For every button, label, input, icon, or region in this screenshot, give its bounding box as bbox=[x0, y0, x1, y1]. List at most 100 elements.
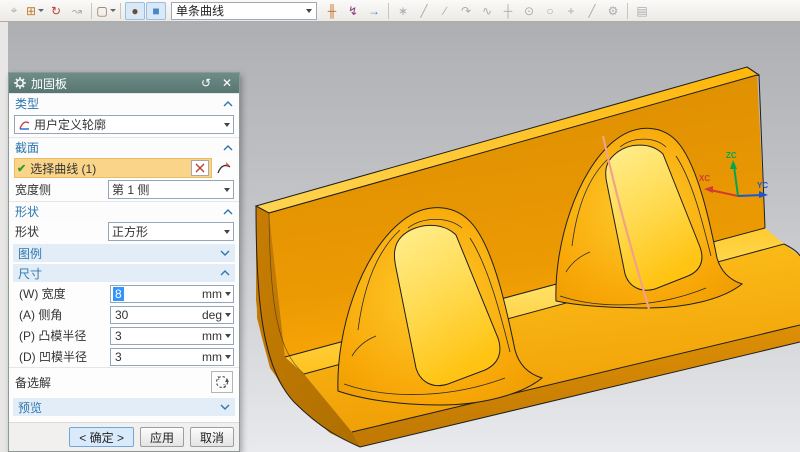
stiffener-dialog: 加固板 ↺ ✕ 类型 用户定义轮廓 截面 ✔ 选择曲线 (1) bbox=[8, 72, 240, 452]
chevron-up-icon bbox=[223, 145, 233, 151]
width-side-row: 宽度侧 第 1 侧 bbox=[9, 179, 239, 201]
z-axis-label: ZC bbox=[726, 151, 737, 160]
type-section-label: 类型 bbox=[15, 95, 39, 112]
angle-dim-row: (A) 侧角 30 deg bbox=[9, 304, 239, 325]
toolbar-separator bbox=[120, 3, 121, 19]
toolbar-separator bbox=[388, 3, 389, 19]
curve-sweep-icon: ↝ bbox=[67, 2, 87, 20]
dialog-titlebar[interactable]: 加固板 ↺ ✕ bbox=[9, 73, 239, 93]
axis-icon: ┼ bbox=[498, 2, 518, 20]
curve-rule-combo[interactable]: 单条曲线 bbox=[171, 2, 317, 20]
chevron-down-icon bbox=[224, 188, 230, 192]
rotate-arrow-icon[interactable]: ↻ bbox=[46, 2, 66, 20]
follow-fillet-icon[interactable]: ↯ bbox=[343, 2, 363, 20]
toolbar-separator bbox=[91, 3, 92, 19]
punch-radius-label: (P) 凸模半径 bbox=[19, 327, 86, 344]
dropdown-arrow-icon[interactable] bbox=[38, 9, 44, 12]
select-curve-field[interactable]: ✔ 选择曲线 (1) bbox=[14, 158, 212, 178]
intersection-stop-icon[interactable]: ╫ bbox=[322, 2, 342, 20]
width-dim-field[interactable]: 8 mm bbox=[110, 285, 234, 303]
shape-combo[interactable]: 正方形 bbox=[108, 222, 234, 241]
circle-dot-icon: ⊙ bbox=[519, 2, 539, 20]
toolbar-separator bbox=[627, 3, 628, 19]
alternate-solution-row: 备选解 1 2 bbox=[9, 367, 239, 396]
preview-label: 预览 bbox=[18, 399, 42, 416]
layers-icon: ▤ bbox=[632, 2, 652, 20]
width-dim-row: (W) 宽度 8 mm bbox=[9, 283, 239, 304]
angle-dim-unit: deg bbox=[202, 308, 225, 322]
type-combo[interactable]: 用户定义轮廓 bbox=[14, 115, 234, 134]
reset-icon[interactable]: ↺ bbox=[199, 76, 213, 90]
frame-plus-icon[interactable]: ⊞ bbox=[25, 2, 45, 20]
width-side-combo[interactable]: 第 1 侧 bbox=[108, 180, 234, 199]
punch-radius-value[interactable]: 3 bbox=[113, 329, 124, 343]
dashed-rectangle-icon[interactable]: ▢ bbox=[96, 2, 116, 20]
die-radius-unit: mm bbox=[202, 350, 225, 364]
gear-icon bbox=[14, 77, 26, 89]
chevron-down-icon bbox=[224, 230, 230, 234]
deselect-icon[interactable] bbox=[191, 160, 209, 176]
svg-text:2: 2 bbox=[223, 384, 226, 390]
snap-handles-icon: ⌖ bbox=[4, 2, 24, 20]
angle-dim-value[interactable]: 30 bbox=[113, 308, 130, 322]
preview-section-header[interactable]: 预览 bbox=[13, 398, 235, 416]
shape-label: 形状 bbox=[15, 223, 39, 240]
arrow-right-icon[interactable]: → bbox=[364, 2, 384, 20]
type-section-header[interactable]: 类型 bbox=[9, 93, 239, 113]
die-radius-value[interactable]: 3 bbox=[113, 350, 124, 364]
legend-subsection-header[interactable]: 图例 bbox=[13, 244, 235, 262]
cube-icon[interactable]: ■ bbox=[146, 2, 166, 20]
curve-chain-icon[interactable] bbox=[214, 158, 234, 178]
plus-icon: + bbox=[561, 2, 581, 20]
shape-section-label: 形状 bbox=[15, 203, 39, 220]
gear-gray-icon: ⚙ bbox=[603, 2, 623, 20]
chevron-down-icon[interactable] bbox=[225, 355, 231, 359]
width-dim-unit: mm bbox=[202, 287, 225, 301]
legend-label: 图例 bbox=[18, 245, 42, 262]
section-section-header[interactable]: 截面 bbox=[9, 137, 239, 157]
section-section-label: 截面 bbox=[15, 139, 39, 156]
apply-button[interactable]: 应用 bbox=[140, 427, 184, 447]
die-radius-field[interactable]: 3 mm bbox=[110, 348, 234, 366]
angle-dim-field[interactable]: 30 deg bbox=[110, 306, 234, 324]
chevron-down-icon bbox=[306, 9, 312, 13]
chevron-down-icon bbox=[220, 250, 230, 256]
cancel-button[interactable]: 取消 bbox=[190, 427, 234, 447]
segment-icon: ∕ bbox=[435, 2, 455, 20]
arc-icon: ↷ bbox=[456, 2, 476, 20]
check-icon: ✔ bbox=[17, 162, 26, 175]
circle-icon: ○ bbox=[540, 2, 560, 20]
chevron-up-icon bbox=[220, 270, 230, 276]
width-side-value: 第 1 侧 bbox=[112, 181, 149, 198]
close-icon[interactable]: ✕ bbox=[220, 76, 234, 90]
window-left-edge bbox=[0, 22, 8, 452]
sphere-icon[interactable]: ● bbox=[125, 2, 145, 20]
x-axis-label: XC bbox=[699, 174, 710, 183]
select-curve-label: 选择曲线 (1) bbox=[30, 160, 96, 177]
alternate-solution-label: 备选解 bbox=[15, 374, 51, 391]
type-combo-value: 用户定义轮廓 bbox=[34, 116, 106, 133]
slash-icon: ╱ bbox=[582, 2, 602, 20]
chevron-down-icon[interactable] bbox=[225, 334, 231, 338]
shape-section-header[interactable]: 形状 bbox=[9, 201, 239, 221]
selection-toolbar: ⌖⊞↻↝▢●■ 单条曲线 ╫↯→∗╱∕↷∿┼⊙○+╱⚙▤ bbox=[0, 0, 800, 22]
width-dim-label: (W) 宽度 bbox=[19, 285, 66, 302]
svg-text:1: 1 bbox=[217, 376, 220, 382]
chevron-down-icon[interactable] bbox=[225, 313, 231, 317]
chevron-down-icon[interactable] bbox=[225, 292, 231, 296]
size-subsection-header[interactable]: 尺寸 bbox=[13, 264, 235, 282]
width-dim-value[interactable]: 8 bbox=[113, 287, 124, 301]
y-axis-label: YC bbox=[757, 181, 768, 190]
shape-value: 正方形 bbox=[112, 223, 148, 240]
dropdown-arrow-icon[interactable] bbox=[110, 9, 116, 12]
punch-radius-row: (P) 凸模半径 3 mm bbox=[9, 325, 239, 346]
shape-row: 形状 正方形 bbox=[9, 221, 239, 243]
select-curve-row: ✔ 选择曲线 (1) bbox=[9, 157, 239, 179]
type-row: 用户定义轮廓 bbox=[9, 113, 239, 137]
cycle-solutions-icon[interactable]: 1 2 bbox=[211, 371, 233, 393]
punch-radius-field[interactable]: 3 mm bbox=[110, 327, 234, 345]
die-radius-label: (D) 凹模半径 bbox=[19, 348, 87, 365]
size-label: 尺寸 bbox=[18, 265, 42, 282]
dialog-footer: < 确定 > 应用 取消 bbox=[9, 422, 239, 451]
ok-button[interactable]: < 确定 > bbox=[69, 427, 134, 447]
